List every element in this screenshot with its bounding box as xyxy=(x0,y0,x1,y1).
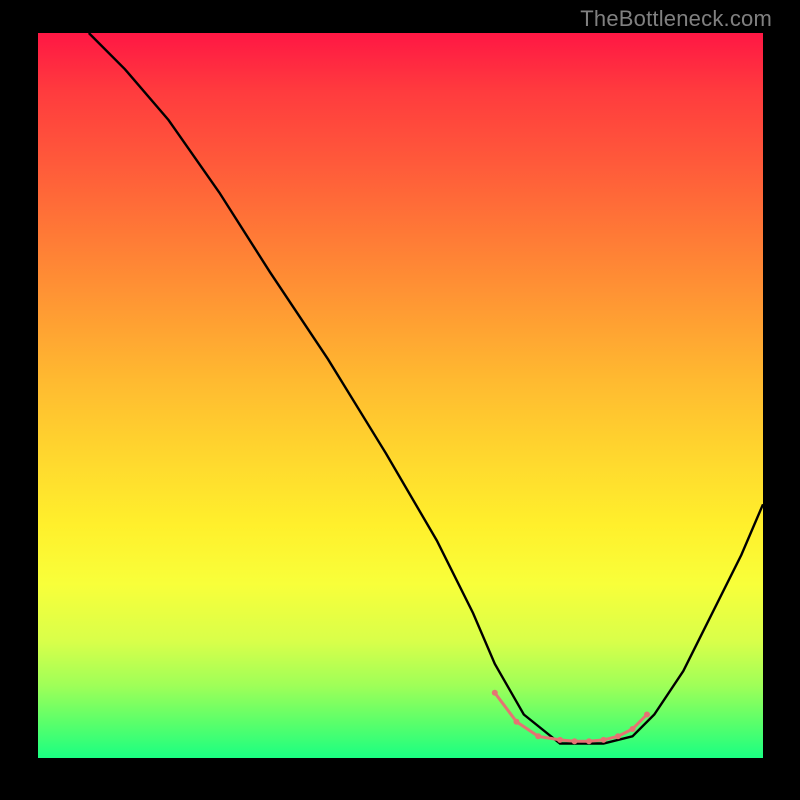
valley-dot xyxy=(572,738,578,744)
watermark-text: TheBottleneck.com xyxy=(580,6,772,32)
plot-area xyxy=(38,33,763,758)
valley-dot xyxy=(557,737,563,743)
chart-frame: TheBottleneck.com xyxy=(0,0,800,800)
valley-dot xyxy=(630,726,636,732)
valley-dot xyxy=(492,690,498,696)
valley-dot xyxy=(644,712,650,718)
bottleneck-curve xyxy=(89,33,763,744)
valley-dot xyxy=(514,719,520,725)
valley-connector xyxy=(495,693,647,742)
valley-dot xyxy=(601,737,607,743)
chart-svg xyxy=(38,33,763,758)
valley-dot xyxy=(586,738,592,744)
valley-dot xyxy=(615,733,621,739)
valley-dot xyxy=(535,733,541,739)
